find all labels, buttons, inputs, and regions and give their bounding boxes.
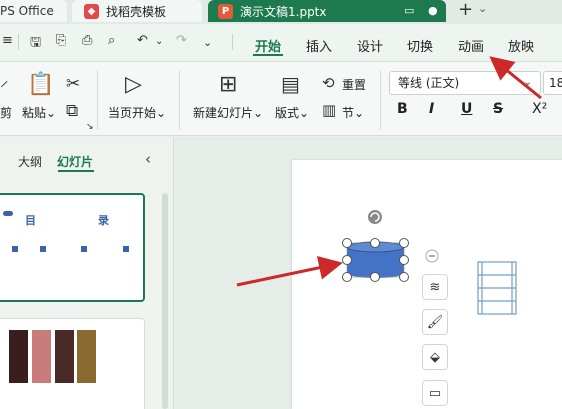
paste-label: 粘贴	[22, 106, 47, 120]
underline-button[interactable]: U	[461, 101, 472, 117]
tab-document[interactable]: P 演示文稿1.pptx ▭ ●	[208, 0, 446, 22]
copy-icon[interactable]: ⧉	[66, 101, 78, 121]
thumbnail-image	[9, 330, 28, 383]
tab-list-chevron-icon[interactable]: ⌄	[478, 2, 487, 15]
fill-icon: ⬙	[430, 349, 440, 365]
thumbnail-image	[55, 330, 74, 383]
window-icon[interactable]: ▭	[404, 4, 414, 17]
save-icon[interactable]: 🖫	[30, 33, 41, 55]
cut-label-partial: 剪	[0, 106, 13, 120]
more-chevron-icon[interactable]: ⌄	[203, 36, 212, 49]
thumbnail-icon	[81, 246, 87, 252]
outline-icon: ▭	[428, 385, 442, 401]
new-tab-button[interactable]: +	[458, 0, 473, 20]
divider	[380, 70, 381, 130]
thumbnail-icon	[12, 246, 18, 252]
section-icon[interactable]: ▥	[322, 101, 336, 119]
bold-button[interactable]: B	[397, 101, 408, 117]
strikethrough-button[interactable]: S	[493, 101, 503, 117]
tab-wps-label: PS Office	[0, 4, 54, 18]
new-slide-button[interactable]: 新建幻灯片⌄	[193, 104, 263, 121]
clipboard-launcher-icon[interactable]: ↘	[86, 122, 94, 132]
thumbnail-text-mu: 目	[25, 214, 36, 227]
layout-icon[interactable]: ▤	[281, 72, 300, 96]
new-slide-label: 新建幻灯片	[193, 106, 254, 120]
outline-button[interactable]: ▭	[422, 380, 448, 406]
layout-button[interactable]: 版式⌄	[275, 104, 309, 121]
chevron-down-icon: ⌄	[523, 77, 532, 88]
style-button[interactable]: 🖌	[422, 309, 448, 335]
divider	[18, 34, 19, 50]
undo-icon[interactable]: ↶	[137, 33, 148, 48]
fill-button[interactable]: ⬙	[422, 344, 448, 370]
tab-transition[interactable]: 切换	[407, 36, 433, 55]
close-icon[interactable]: ●	[428, 4, 438, 17]
play-from-current-button[interactable]: 当页开始⌄	[108, 104, 166, 121]
menu-icon[interactable]: ≡	[2, 33, 13, 48]
undo-chevron-icon[interactable]: ⌄	[155, 36, 163, 47]
reset-icon[interactable]: ⟲	[322, 74, 335, 92]
tab-templates[interactable]: ◆ 找稻壳模板	[72, 0, 202, 22]
cut-icon[interactable]: ✂	[66, 74, 80, 94]
thumbnail-icon	[40, 246, 46, 252]
layers-button[interactable]: ≋	[422, 274, 448, 300]
layout-label: 版式	[275, 106, 300, 120]
layers-icon: ≋	[429, 279, 441, 295]
divider	[179, 70, 180, 130]
thumbnail-icon	[123, 246, 129, 252]
tab-document-label: 演示文稿1.pptx	[240, 4, 327, 19]
divider	[97, 70, 98, 130]
tab-home[interactable]: 开始	[255, 36, 281, 55]
font-name-select[interactable]: 等线 (正文) ⌄	[389, 71, 541, 95]
thumbnail-text-lu: 录	[98, 214, 109, 227]
italic-button[interactable]: I	[429, 101, 434, 117]
presentation-icon: P	[218, 3, 233, 19]
new-slide-icon[interactable]: ⊞	[219, 72, 237, 97]
play-icon[interactable]: ▷	[125, 72, 142, 97]
font-name-value: 等线 (正文)	[398, 76, 460, 90]
tab-outline[interactable]: 大纲	[18, 153, 42, 170]
reset-button[interactable]: 重置	[342, 76, 366, 93]
divider	[232, 34, 233, 50]
tab-templates-label: 找稻壳模板	[106, 4, 167, 19]
thumbnail-image	[77, 330, 96, 383]
print-icon[interactable]: ⎙	[82, 33, 92, 48]
tab-wps-office[interactable]: PS Office	[0, 0, 67, 22]
collapse-panel-icon[interactable]: ‹	[145, 150, 151, 168]
tab-slideshow[interactable]: 放映	[508, 36, 534, 55]
print-preview-icon[interactable]: ⌕	[108, 33, 115, 48]
active-tab-underline	[253, 54, 283, 56]
template-icon: ◆	[84, 3, 99, 19]
thumbnail-image	[32, 330, 51, 383]
paste-icon[interactable]: 📋	[27, 72, 54, 97]
tab-insert[interactable]: 插入	[306, 36, 332, 55]
font-size-select[interactable]: 18	[543, 71, 562, 95]
play-from-current-label: 当页开始	[108, 106, 157, 120]
panel-scrollbar[interactable]	[162, 193, 168, 409]
format-painter-icon[interactable]: ⸍	[0, 75, 9, 98]
tab-slides[interactable]: 幻灯片	[57, 153, 93, 170]
paste-button[interactable]: 粘贴⌄	[22, 104, 56, 121]
redo-icon[interactable]: ↷	[176, 33, 187, 48]
brush-icon: 🖌	[426, 314, 444, 330]
tab-animation[interactable]: 动画	[458, 36, 484, 55]
thumbnail-shape	[3, 211, 13, 216]
export-icon[interactable]: ⎘	[56, 33, 66, 48]
tab-design[interactable]: 设计	[357, 36, 383, 55]
section-button[interactable]: 节⌄	[342, 104, 364, 121]
active-panel-tab-underline	[58, 170, 94, 172]
superscript-button[interactable]: X²	[532, 101, 547, 117]
section-label: 节	[342, 106, 355, 120]
